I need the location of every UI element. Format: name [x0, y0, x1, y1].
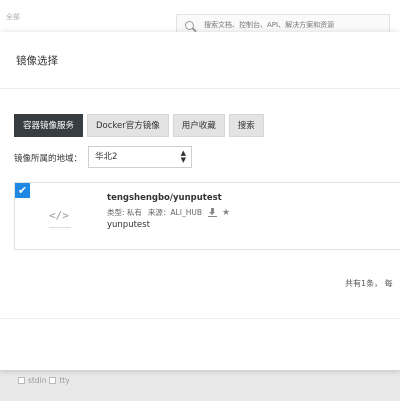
image-select-dialog: 镜像选择 容器镜像服务 Docker官方镜像 用户收藏 搜索 镜像所属的地域： …: [0, 32, 400, 370]
tab-search[interactable]: 搜索: [228, 114, 264, 137]
repo-meta: 类型: 私有 来源：ALI_HUB ★: [107, 207, 230, 218]
code-icon: </>: [49, 209, 71, 228]
tab-favorites[interactable]: 用户收藏: [172, 114, 225, 137]
tty-checkbox[interactable]: [49, 377, 57, 384]
repo-description: yunputest: [107, 220, 150, 230]
region-select[interactable]: 华北2 ▲ ▼: [88, 146, 192, 168]
search-input[interactable]: [202, 20, 386, 30]
search-icon: [185, 20, 194, 30]
dialog-header: 镜像选择: [0, 32, 400, 89]
repo-type: 类型: 私有: [107, 208, 142, 217]
dialog-title: 镜像选择: [16, 55, 58, 67]
footer-divider: [0, 318, 400, 319]
container-options: stdin tty: [18, 376, 70, 385]
region-value: 华北2: [95, 152, 118, 162]
star-icon[interactable]: ★: [222, 208, 230, 218]
select-checkbox[interactable]: ✔: [15, 183, 30, 198]
tty-label: tty: [59, 376, 70, 385]
repo-name: tengshengbo/yunputest: [107, 193, 222, 203]
download-icon[interactable]: [207, 208, 217, 217]
tab-container-registry[interactable]: 容器镜像服务: [14, 114, 84, 137]
breadcrumb: 全部: [6, 13, 20, 21]
pagination-summary: 共有1条， 每: [345, 279, 393, 288]
image-result-row[interactable]: ✔ </> tengshengbo/yunputest 类型: 私有 来源：AL…: [14, 182, 400, 250]
region-label: 镜像所属的地域：: [14, 154, 83, 164]
select-caret-icon: ▲ ▼: [180, 149, 186, 164]
stdin-label: stdin: [28, 376, 47, 385]
repo-source: 来源：ALI_HUB: [147, 208, 202, 217]
stdin-checkbox[interactable]: [18, 377, 25, 384]
tab-docker-official[interactable]: Docker官方镜像: [87, 114, 169, 137]
source-tabs: 容器镜像服务 Docker官方镜像 用户收藏 搜索: [14, 114, 264, 137]
